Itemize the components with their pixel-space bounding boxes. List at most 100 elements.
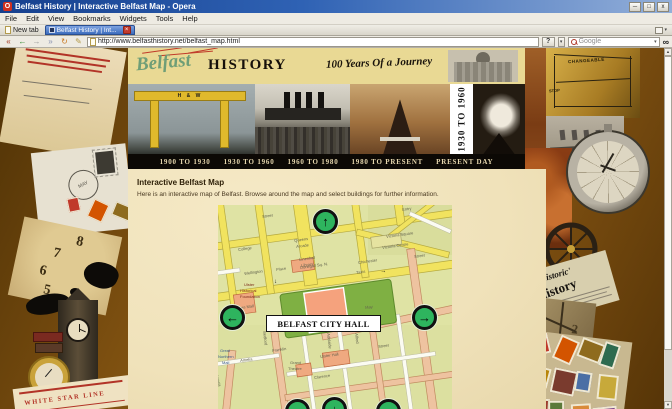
street-label: Mall	[222, 360, 230, 365]
interactive-map[interactable]: Street Entry Victoria Square Victoria Centr…	[218, 205, 452, 409]
title-bar: O Belfast History | Interactive Belfast …	[0, 0, 672, 13]
page-viewport: MAY 87 65 WHITE STAR LINE CHANGEABLE STO…	[0, 48, 672, 409]
stamp-icon	[86, 198, 110, 223]
street-label: →	[380, 268, 387, 275]
era-nav-item-4[interactable]: PRESENT DAY	[436, 158, 493, 166]
maximize-button-icon[interactable]: □	[643, 1, 655, 12]
stamp-icon	[551, 334, 581, 366]
address-bar[interactable]: http://www.belfasthistory.net/belfast_ma…	[87, 36, 539, 47]
wand-icon[interactable]: ✎	[73, 37, 84, 47]
era-nav-item-0[interactable]: 1900 TO 1930	[160, 158, 211, 166]
menu-file[interactable]: File	[5, 14, 17, 23]
stamp-icon	[592, 405, 620, 409]
stamp-icon	[570, 403, 592, 409]
tab-close-icon[interactable]: ×	[122, 26, 131, 34]
opera-window: O Belfast History | Interactive Belfast …	[0, 0, 672, 409]
panel-toggle-button[interactable]: ▾	[652, 26, 670, 34]
menu-help[interactable]: Help	[182, 14, 197, 23]
page-title: Interactive Belfast Map	[137, 178, 225, 187]
red-scribble	[188, 48, 218, 54]
new-tab-label: New tab	[13, 26, 39, 34]
chart-word: CHANGEABLE	[567, 56, 605, 65]
pocket-watch-large	[566, 124, 650, 214]
tab-favicon	[48, 27, 55, 33]
search-placeholder: Google	[578, 38, 602, 45]
search-dropdown-icon[interactable]: ▾	[654, 39, 657, 45]
photo-titanic-crowd[interactable]	[255, 84, 350, 154]
street-label: Foundation	[240, 294, 261, 299]
search-input[interactable]: Google ▾	[567, 36, 660, 47]
reload-icon[interactable]: ↻	[59, 37, 70, 47]
tab-belfast-history[interactable]: Belfast History | Int... ×	[44, 25, 135, 35]
photo-belfast-blitz[interactable]	[473, 84, 525, 154]
scroll-down-icon[interactable]: ▼	[664, 401, 672, 409]
stamp-icon	[548, 400, 565, 409]
page-scrollbar[interactable]: ▲ ▼	[664, 48, 672, 409]
stamp-icon	[573, 370, 593, 393]
forward-icon[interactable]: →	[31, 37, 42, 47]
menu-edit[interactable]: Edit	[26, 14, 39, 23]
opera-logo-icon: O	[3, 2, 12, 11]
city-hall-label[interactable]: BELFAST CITY HALL	[266, 315, 381, 332]
fit-to-width-icon[interactable]: ∞	[663, 37, 669, 47]
page-body: Interactive Belfast Map Here is an inter…	[128, 169, 546, 409]
minimize-button-icon[interactable]: ─	[629, 1, 641, 12]
scrollbar-thumb[interactable]	[664, 56, 672, 350]
map-pan-left-button[interactable]: ←	[220, 305, 245, 330]
fast-forward-icon[interactable]: »	[45, 37, 56, 47]
back-icon[interactable]: ←	[17, 37, 28, 47]
photo-titanic-bow[interactable]	[350, 84, 450, 154]
panel-icon	[655, 26, 664, 34]
menu-bar: File Edit View Bookmarks Widgets Tools Help	[0, 13, 672, 25]
sepia-chart-collage: CHANGEABLE STOP	[546, 48, 640, 118]
old-books	[33, 332, 63, 356]
page-intro-text: Here is an interactive map of Belfast. B…	[137, 191, 439, 198]
window-controls: ─ □ x	[629, 1, 669, 12]
stamp-icon	[596, 373, 619, 401]
logo-belfast: Belfast	[135, 49, 192, 76]
right-arrow-icon: →	[418, 310, 431, 325]
tower-clock-icon	[66, 318, 90, 342]
panel-dropdown-icon: ▾	[664, 27, 667, 33]
street-label: Bedford	[262, 330, 269, 346]
era-nav-item-3[interactable]: 1980 TO PRESENT	[352, 158, 424, 166]
menu-widgets[interactable]: Widgets	[120, 14, 147, 23]
crane-hw-label: H & W	[177, 93, 203, 99]
tab-label: Belfast History | Int...	[56, 26, 117, 34]
chart-word2: STOP	[548, 87, 560, 94]
era-nav-item-1[interactable]: 1930 TO 1960	[224, 158, 275, 166]
help-dropdown-icon[interactable]: ▾	[557, 36, 565, 47]
menu-view[interactable]: View	[48, 14, 64, 23]
help-button[interactable]: ?	[541, 36, 555, 47]
street-label: Alfred	[354, 332, 361, 344]
up-arrow-icon: ↑	[322, 214, 329, 229]
menu-bookmarks[interactable]: Bookmarks	[73, 14, 111, 23]
menu-tools[interactable]: Tools	[156, 14, 174, 23]
logo-history: HISTORY	[208, 57, 287, 73]
era-nav-bar: 1900 TO 1930 1930 TO 1960 1960 TO 1980 1980…	[128, 154, 525, 169]
era-photo-strip: H & W 1930 TO 1960	[128, 84, 525, 154]
search-icon	[570, 38, 577, 45]
rewind-icon[interactable]: «	[3, 37, 14, 47]
postage-stamp-icon	[91, 147, 119, 178]
address-page-icon	[90, 37, 96, 46]
scroll-up-icon[interactable]: ▲	[664, 48, 672, 56]
site-content-column: Belfast HISTORY 100 Years Of a Journey H…	[128, 48, 546, 409]
tab-bar: New tab Belfast History | Int... × ▾	[0, 25, 672, 36]
photo-harland-wolff-crane[interactable]: H & W	[128, 84, 255, 154]
era-strip-label: 1930 TO 1960	[456, 86, 467, 152]
street-label: Great	[220, 348, 231, 353]
era-nav-item-2[interactable]: 1960 TO 1980	[288, 158, 339, 166]
new-tab-button[interactable]: New tab	[2, 25, 42, 35]
close-button-icon[interactable]: x	[657, 1, 669, 12]
street-label: Northern	[218, 354, 234, 359]
map-pan-right-button[interactable]: →	[412, 305, 437, 330]
street-label: Theatre	[288, 366, 302, 371]
city-hall-thumbnail	[448, 50, 518, 82]
new-tab-page-icon	[5, 26, 11, 34]
era-strip-1930-1960[interactable]: 1930 TO 1960	[450, 84, 473, 154]
street-label: ↓	[274, 279, 277, 285]
street-label: Ulster	[244, 282, 255, 287]
city-hall-label-text: BELFAST CITY HALL	[277, 318, 370, 329]
map-pan-up-button[interactable]: ↑	[313, 209, 338, 234]
